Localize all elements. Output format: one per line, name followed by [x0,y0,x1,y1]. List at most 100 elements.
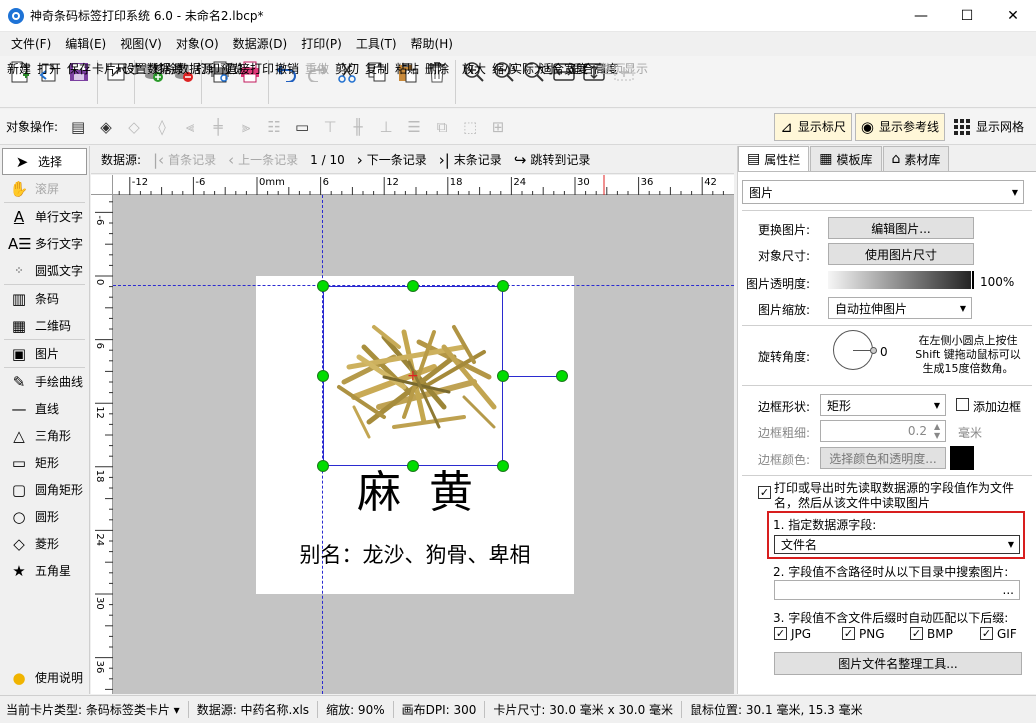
align-top-icon[interactable]: ⊤ [319,116,341,138]
browse-button[interactable]: ... [1003,583,1014,597]
delete-button[interactable]: 删除 [422,56,452,106]
align-bottom-icon[interactable]: ⊥ [375,116,397,138]
distribute-h-icon[interactable]: ☷ [263,116,285,138]
layer-bottom-icon[interactable]: ◊ [151,116,173,138]
tool-line[interactable]: — 直线 [0,395,89,422]
paste-button[interactable]: 粘贴 [392,56,422,106]
tool-diamond[interactable]: ◇ 菱形 [0,530,89,557]
object-type-select[interactable]: 图片 ▼ [742,180,1024,204]
tool-arc-text[interactable]: ⁘ 圆弧文字 [0,257,89,284]
space-v-icon[interactable]: ⧉ [431,116,453,138]
show-guides-toggle[interactable]: ◉ 显示参考线 [854,112,945,141]
tool-multi-text[interactable]: A☰ 多行文字 [0,230,89,257]
align-middle-icon[interactable]: ╫ [347,116,369,138]
resize-handle-e[interactable] [497,370,509,382]
layer-down-icon[interactable]: ◇ [123,116,145,138]
layer-up-icon[interactable]: ◈ [95,116,117,138]
prev-record-button[interactable]: ‹ 上一条记录 [228,151,298,169]
border-color-swatch[interactable] [950,446,974,470]
remove-datasource-button[interactable]: 移除数据源 [153,56,213,106]
full-page-button[interactable]: 整页显示 [600,56,648,106]
ruler-horizontal[interactable]: -12 -6 0mm 6 12 18 24 30 36 42 [91,175,734,195]
tool-rect[interactable]: ▭ 矩形 [0,449,89,476]
menu-view[interactable]: 视图(V) [113,32,169,56]
redo-button[interactable]: 重做 [302,56,332,106]
design-canvas[interactable]: + 麻 黄 别名：龙沙、狗骨、卑相 [113,195,734,694]
rotate-handle[interactable] [556,370,568,382]
space-h-icon[interactable]: ▭ [291,116,313,138]
zoom-in-button[interactable]: 放大 [459,56,489,106]
tab-properties[interactable]: ▤ 属性栏 [738,146,810,171]
first-record-button[interactable]: |‹ 首条记录 [153,151,216,169]
border-width-input[interactable]: 0.2 [820,420,946,442]
resize-handle-ne[interactable] [497,280,509,292]
maximize-button[interactable]: ☐ [944,0,990,32]
tool-freehand[interactable]: ✎ 手绘曲线 [0,368,89,395]
save-button[interactable]: 保存 [64,56,94,106]
layer-top-icon[interactable]: ▤ [67,116,89,138]
opacity-slider[interactable] [828,271,974,289]
ungroup-icon[interactable]: ⊞ [487,116,509,138]
filename-tool-button[interactable]: 图片文件名整理工具... [774,652,1022,675]
open-button[interactable]: 打开 [34,56,64,106]
cut-button[interactable]: 剪切 [332,56,362,106]
tool-image[interactable]: ▣ 图片 [0,340,89,367]
minimize-button[interactable]: — [898,0,944,32]
ext-jpg-checkbox[interactable]: ✓ [774,627,787,640]
tool-select[interactable]: ➤ 选择 [2,148,87,175]
new-button[interactable]: 新建 [4,56,34,106]
label-alias-text[interactable]: 别名：龙沙、狗骨、卑相 [256,540,574,570]
close-button[interactable]: ✕ [990,0,1036,32]
datasource-image-checkbox[interactable]: ✓ [758,486,771,499]
align-center-icon[interactable]: ╪ [207,116,229,138]
tool-scroll[interactable]: ✋ 滚屏 [0,175,89,202]
last-record-button[interactable]: ›| 末条记录 [439,151,502,169]
tool-star[interactable]: ★ 五角星 [0,557,89,584]
menu-edit[interactable]: 编辑(E) [58,32,113,56]
use-image-size-button[interactable]: 使用图片尺寸 [828,243,974,265]
menu-file[interactable]: 文件(F) [4,32,58,56]
align-right-icon[interactable]: ⫸ [235,116,257,138]
align-left-icon[interactable]: ⫷ [179,116,201,138]
edit-image-button[interactable]: 编辑图片... [828,217,974,239]
search-directory-input[interactable]: ... [774,580,1020,600]
menu-datasource[interactable]: 数据源(D) [226,32,295,56]
spinner-icon[interactable]: ▲ ▼ [934,422,940,440]
ext-gif-checkbox[interactable]: ✓ [980,627,993,640]
resize-handle-n[interactable] [407,280,419,292]
show-grid-toggle[interactable]: 显示网格 [947,112,1030,141]
tool-triangle[interactable]: △ 三角形 [0,422,89,449]
distribute-v-icon[interactable]: ☰ [403,116,425,138]
ext-bmp-checkbox[interactable]: ✓ [910,627,923,640]
label-title-text[interactable]: 麻 黄 [256,465,574,521]
resize-handle-nw[interactable] [317,280,329,292]
help-button[interactable]: ● 使用说明 [0,664,89,691]
tool-single-text[interactable]: A 单行文字 [0,203,89,230]
menu-object[interactable]: 对象(O) [169,32,226,56]
tool-qrcode[interactable]: ▦ 二维码 [0,312,89,339]
datasource-field-select[interactable]: 文件名 ▼ [774,535,1020,554]
next-record-button[interactable]: › 下一条记录 [357,151,427,169]
group-icon[interactable]: ⬚ [459,116,481,138]
border-shape-select[interactable]: 矩形 ▼ [820,394,946,416]
opacity-slider-thumb[interactable] [971,270,975,290]
tab-templates[interactable]: ▦ 模板库 [810,146,882,171]
show-ruler-toggle[interactable]: ⊿ 显示标尺 [774,112,852,141]
menu-print[interactable]: 打印(P) [294,32,349,56]
border-color-button[interactable]: 选择颜色和透明度... [820,447,946,469]
tool-circle[interactable]: ○ 圆形 [0,503,89,530]
rotation-dial-handle[interactable] [870,347,877,354]
menu-tools[interactable]: 工具(T) [349,32,404,56]
tool-barcode[interactable]: ▥ 条码 [0,285,89,312]
status-card-type[interactable]: 当前卡片类型: 条码标签类卡片 ▾ [6,701,189,718]
resize-handle-w[interactable] [317,370,329,382]
menu-help[interactable]: 帮助(H) [404,32,460,56]
direct-print-button[interactable]: 直接打印 [226,56,274,106]
tool-round-rect[interactable]: ▢ 圆角矩形 [0,476,89,503]
undo-button[interactable]: 撤销 [272,56,302,106]
copy-button[interactable]: 复制 [362,56,392,106]
ruler-vertical[interactable]: -6 0 6 12 18 24 30 36 [91,195,113,694]
jump-record-button[interactable]: ↪ 跳转到记录 [514,151,591,169]
add-border-checkbox[interactable] [956,398,969,411]
ext-png-checkbox[interactable]: ✓ [842,627,855,640]
